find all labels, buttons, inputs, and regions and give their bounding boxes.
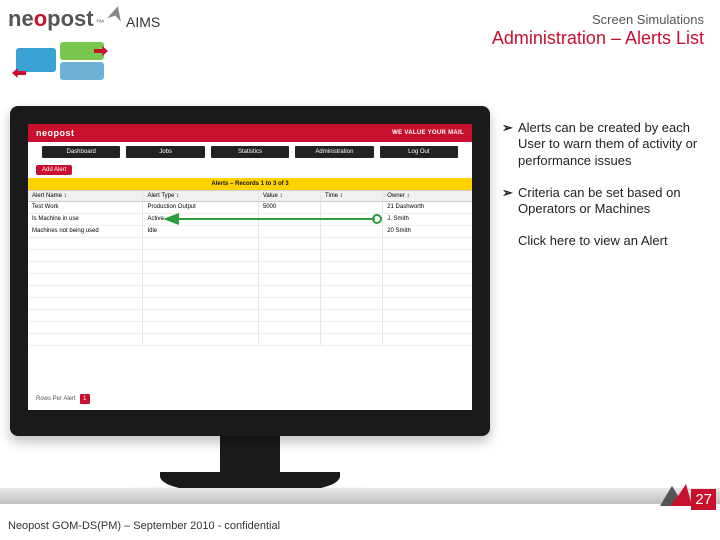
add-alert-button[interactable]: Add Alert — [36, 165, 72, 175]
cell-alert-type: Production Output — [143, 202, 258, 213]
diagram-box-a — [16, 48, 56, 72]
cell-owner: 21 Dashworth — [383, 202, 472, 213]
table-row[interactable]: Machines not being used Idle 20 Smith — [28, 226, 472, 238]
toolbar: Add Alert — [28, 162, 472, 178]
table-row-empty: . — [28, 250, 472, 262]
list-header-bar: Alerts – Records 1 to 3 of 3 — [28, 178, 472, 190]
table-row-empty: . — [28, 262, 472, 274]
cell-time — [321, 202, 383, 213]
monitor-bezel: neopost WE VALUE YOUR MAIL Dashboard Job… — [10, 106, 490, 436]
monitor-mock: neopost WE VALUE YOUR MAIL Dashboard Job… — [10, 106, 490, 436]
slide-title: Administration – Alerts List — [492, 28, 704, 49]
trademark: ™ — [96, 18, 105, 28]
leaf-icon — [107, 4, 124, 21]
table-header: Alert Name ↕ Alert Type ↕ Value ↕ Time ↕… — [28, 190, 472, 202]
tab-dashboard[interactable]: Dashboard — [42, 146, 120, 158]
col-owner[interactable]: Owner ↕ — [383, 191, 472, 201]
slide-number: 27 — [691, 489, 716, 510]
app-brandbar: neopost WE VALUE YOUR MAIL — [28, 124, 472, 142]
bullet-item: ➢Criteria can be set based on Operators … — [502, 185, 702, 218]
cell-time — [321, 214, 383, 225]
bullet-list: ➢Alerts can be created by each User to w… — [502, 120, 702, 266]
pager-label: Rows Per Alert — [36, 396, 76, 402]
slide-subtitle: Screen Simulations — [592, 12, 704, 27]
diagram-box-c — [60, 62, 104, 80]
cell-owner: 20 Smith — [383, 226, 472, 237]
tab-logout[interactable]: Log Out — [380, 146, 458, 158]
bullet-marker: ➢ — [502, 185, 518, 218]
neopost-logo: neopost™ — [8, 6, 123, 32]
app-logo-text: neopost — [36, 128, 75, 138]
table-row-empty: . — [28, 238, 472, 250]
bullet-item: ➢Alerts can be created by each User to w… — [502, 120, 702, 169]
bullet-text: Criteria can be set based on Operators o… — [518, 185, 702, 218]
tab-statistics[interactable]: Statistics — [211, 146, 289, 158]
cell-time — [321, 226, 383, 237]
table-row-empty: . — [28, 322, 472, 334]
product-name: AIMS — [126, 14, 160, 30]
main-nav: Dashboard Jobs Statistics Administration… — [28, 142, 472, 162]
bullet-marker: ➢ — [502, 120, 518, 169]
cell-alert-name: Machines not being used — [28, 226, 143, 237]
cell-alert-name: Test Work — [28, 202, 143, 213]
logo-text-right: post — [47, 6, 93, 32]
footer-stripe — [0, 488, 720, 504]
col-alert-type[interactable]: Alert Type ↕ — [143, 191, 258, 201]
table-row-empty: . — [28, 310, 472, 322]
cell-alert-type: Idle — [143, 226, 258, 237]
app-screen: neopost WE VALUE YOUR MAIL Dashboard Job… — [28, 124, 472, 410]
table-body: Test Work Production Output 5000 21 Dash… — [28, 202, 472, 346]
pager: Rows Per Alert 1 — [36, 394, 90, 404]
bullet-text: Alerts can be created by each User to wa… — [518, 120, 702, 169]
table-row-empty: . — [28, 334, 472, 346]
logo-text-o: o — [34, 6, 47, 32]
bullet-text: Click here to view an Alert — [518, 233, 702, 249]
cell-alert-type: Active — [143, 214, 258, 225]
table-row[interactable]: Is Machine in use Active J. Smith — [28, 214, 472, 226]
pager-page-button[interactable]: 1 — [80, 394, 90, 404]
col-alert-name[interactable]: Alert Name ↕ — [28, 191, 143, 201]
confidential-note: Neopost GOM-DS(PM) – September 2010 - co… — [8, 520, 280, 532]
table-row-empty: . — [28, 286, 472, 298]
footer-logo-icon — [658, 482, 694, 508]
table-row-empty: . — [28, 298, 472, 310]
monitor-stand-neck — [220, 436, 280, 476]
table-row-empty: . — [28, 274, 472, 286]
col-value[interactable]: Value ↕ — [259, 191, 321, 201]
bullet-item: Click here to view an Alert — [502, 233, 702, 249]
app-tagline: WE VALUE YOUR MAIL — [392, 130, 464, 136]
logo-text-left: ne — [8, 6, 34, 32]
table-row[interactable]: Test Work Production Output 5000 21 Dash… — [28, 202, 472, 214]
cell-value — [259, 214, 321, 225]
cell-value — [259, 226, 321, 237]
col-time[interactable]: Time ↕ — [321, 191, 383, 201]
module-diagram — [16, 42, 106, 82]
cell-owner: J. Smith — [383, 214, 472, 225]
cell-value: 5000 — [259, 202, 321, 213]
tab-administration[interactable]: Administration — [295, 146, 373, 158]
bullet-marker — [502, 233, 518, 249]
cell-alert-name: Is Machine in use — [28, 214, 143, 225]
tab-jobs[interactable]: Jobs — [126, 146, 204, 158]
